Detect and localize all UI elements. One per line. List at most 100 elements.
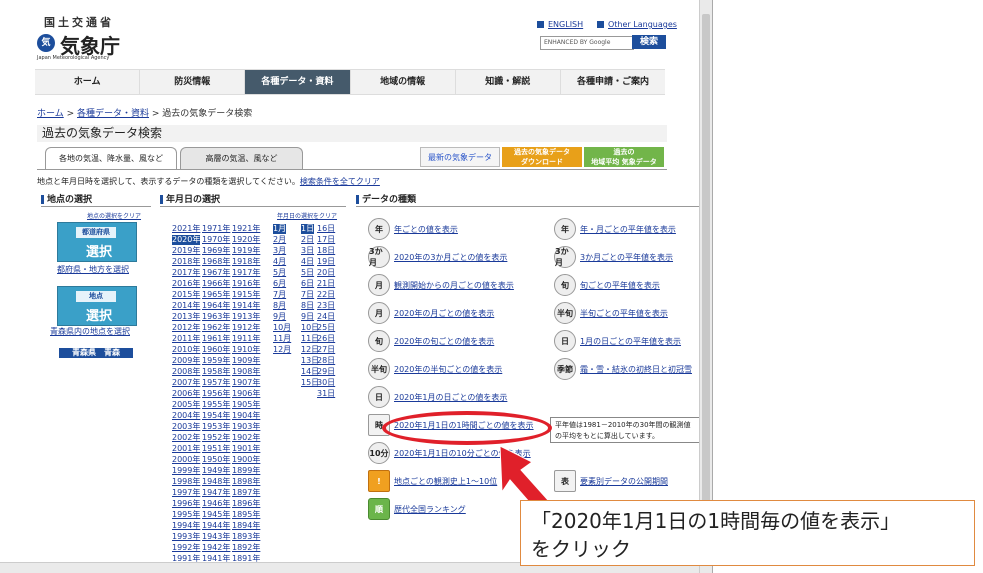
- year-option[interactable]: 1906年: [232, 389, 260, 399]
- breadcrumb-data[interactable]: 各種データ・資料: [77, 109, 149, 119]
- year-option[interactable]: 2008年: [172, 367, 200, 377]
- year-option[interactable]: 1893年: [232, 532, 260, 542]
- day-option[interactable]: 5日: [301, 268, 314, 278]
- day-option[interactable]: 6日: [301, 279, 314, 289]
- year-option[interactable]: 1944年: [202, 521, 230, 531]
- datatype-link[interactable]: 1月の日ごとの平年値を表示: [580, 336, 681, 347]
- day-option[interactable]: 8日: [301, 301, 314, 311]
- year-option[interactable]: 1950年: [202, 455, 230, 465]
- year-option[interactable]: 1916年: [232, 279, 260, 289]
- datatype-item[interactable]: 日 1月の日ごとの平年値を表示: [554, 330, 681, 352]
- clear-all-link[interactable]: 検索条件を全てクリア: [300, 177, 380, 186]
- datatype-item[interactable]: 時 2020年1月1日の1時間ごとの値を表示: [368, 414, 534, 436]
- year-option[interactable]: 2009年: [172, 356, 200, 366]
- datatype-item[interactable]: 月観測開始からの月ごとの値を表示: [368, 274, 514, 296]
- year-option[interactable]: 1948年: [202, 477, 230, 487]
- year-option[interactable]: 1911年: [232, 334, 260, 344]
- year-option[interactable]: 2012年: [172, 323, 200, 333]
- point-select-button[interactable]: 地点 選択: [57, 286, 137, 326]
- year-option[interactable]: 2014年: [172, 301, 200, 311]
- month-option[interactable]: 10月: [273, 323, 291, 333]
- day-option[interactable]: 7日: [301, 290, 314, 300]
- datatype-link[interactable]: 2020年1月1日の10分ごとの値を表示: [394, 448, 531, 459]
- day-option[interactable]: 22日: [317, 290, 335, 300]
- year-option[interactable]: 1999年: [172, 466, 200, 476]
- year-option[interactable]: 1965年: [202, 290, 230, 300]
- year-option[interactable]: 1903年: [232, 422, 260, 432]
- datatype-item[interactable]: ! 地点ごとの観測史上1～10位: [368, 470, 497, 492]
- year-option[interactable]: 2010年: [172, 345, 200, 355]
- datatype-item[interactable]: 年年・月ごとの平年値を表示: [554, 218, 676, 240]
- year-option[interactable]: 1959年: [202, 356, 230, 366]
- year-option[interactable]: 1895年: [232, 510, 260, 520]
- year-option[interactable]: 1900年: [232, 455, 260, 465]
- year-option[interactable]: 2002年: [172, 433, 200, 443]
- other-languages-link[interactable]: Other Languages: [597, 20, 677, 29]
- year-option[interactable]: 2013年: [172, 312, 200, 322]
- year-option[interactable]: 1910年: [232, 345, 260, 355]
- month-option[interactable]: 5月: [273, 268, 286, 278]
- year-option[interactable]: 2018年: [172, 257, 200, 267]
- month-option[interactable]: 7月: [273, 290, 286, 300]
- year-option[interactable]: 1943年: [202, 532, 230, 542]
- year-option[interactable]: 1956年: [202, 389, 230, 399]
- datatype-item[interactable]: 半旬 半旬ごとの平年値を表示: [554, 302, 668, 324]
- datatype-item[interactable]: 季節 霜・雪・結氷の初終日と初冠雪: [554, 358, 692, 380]
- datatype-item[interactable]: 表要素別データの公開期間: [554, 470, 668, 492]
- month-option[interactable]: 3月: [273, 246, 286, 256]
- year-option[interactable]: 1913年: [232, 312, 260, 322]
- datatype-link[interactable]: 2020年の旬ごとの値を表示: [394, 336, 494, 347]
- day-option[interactable]: 30日: [317, 378, 335, 388]
- datatype-link[interactable]: 3か月ごとの平年値を表示: [580, 252, 673, 263]
- year-option[interactable]: 1901年: [232, 444, 260, 454]
- year-option[interactable]: 1954年: [202, 411, 230, 421]
- year-option[interactable]: 1892年: [232, 543, 260, 553]
- search-button[interactable]: 検索: [632, 35, 666, 49]
- year-option[interactable]: 1917年: [232, 268, 260, 278]
- datatype-link[interactable]: 観測開始からの月ごとの値を表示: [394, 280, 514, 291]
- datatype-link[interactable]: 2020年の3か月ごとの値を表示: [394, 252, 507, 263]
- day-option[interactable]: 3日: [301, 246, 314, 256]
- year-option[interactable]: 2000年: [172, 455, 200, 465]
- clear-station-link[interactable]: 地点の選択をクリア: [87, 211, 141, 220]
- download-banner[interactable]: 過去の気象データ ダウンロード: [502, 147, 582, 167]
- year-option[interactable]: 1951年: [202, 444, 230, 454]
- year-option[interactable]: 1946年: [202, 499, 230, 509]
- year-option[interactable]: 1914年: [232, 301, 260, 311]
- year-option[interactable]: 1969年: [202, 246, 230, 256]
- datatype-link[interactable]: 歴代全国ランキング: [394, 504, 466, 515]
- datatype-item[interactable]: 10分 2020年1月1日の10分ごとの値を表示: [368, 442, 531, 464]
- year-option[interactable]: 1958年: [202, 367, 230, 377]
- month-option[interactable]: 2月: [273, 235, 286, 245]
- year-option[interactable]: 1997年: [172, 488, 200, 498]
- datatype-link[interactable]: 2020年1月の日ごとの値を表示: [394, 392, 507, 403]
- tab-surface[interactable]: 各地の気温、降水量、風など: [45, 147, 177, 169]
- datatype-item[interactable]: 順歴代全国ランキング: [368, 498, 466, 520]
- year-option[interactable]: 1992年: [172, 543, 200, 553]
- year-option[interactable]: 1921年: [232, 224, 260, 234]
- day-option[interactable]: 17日: [317, 235, 335, 245]
- year-option[interactable]: 1905年: [232, 400, 260, 410]
- year-option[interactable]: 1971年: [202, 224, 230, 234]
- year-option[interactable]: 1994年: [172, 521, 200, 531]
- datatype-link[interactable]: 霜・雪・結氷の初終日と初冠雪: [580, 364, 692, 375]
- datatype-link[interactable]: 旬ごとの平年値を表示: [580, 280, 660, 291]
- month-option[interactable]: 4月: [273, 257, 286, 267]
- nav-disaster-info[interactable]: 防災情報: [140, 70, 246, 94]
- datatype-link[interactable]: 2020年の半旬ごとの値を表示: [394, 364, 502, 375]
- year-option[interactable]: 1955年: [202, 400, 230, 410]
- day-option[interactable]: 21日: [317, 279, 335, 289]
- year-option[interactable]: 1896年: [232, 499, 260, 509]
- prefecture-select-button[interactable]: 都道府県 選択: [57, 222, 137, 262]
- year-option[interactable]: 2021年: [172, 224, 200, 234]
- year-option[interactable]: 1904年: [232, 411, 260, 421]
- datatype-item[interactable]: 3か月 3か月ごとの平年値を表示: [554, 246, 673, 268]
- datatype-item[interactable]: 年年ごとの値を表示: [368, 218, 458, 240]
- day-option[interactable]: 26日: [317, 334, 335, 344]
- day-option[interactable]: 31日: [317, 389, 335, 399]
- year-option[interactable]: 1908年: [232, 367, 260, 377]
- datatype-link[interactable]: 半旬ごとの平年値を表示: [580, 308, 668, 319]
- datatype-link[interactable]: 2020年1月1日の1時間ごとの値を表示: [394, 420, 534, 431]
- datatype-item[interactable]: 旬 2020年の旬ごとの値を表示: [368, 330, 494, 352]
- datatype-link[interactable]: 年ごとの値を表示: [394, 224, 458, 235]
